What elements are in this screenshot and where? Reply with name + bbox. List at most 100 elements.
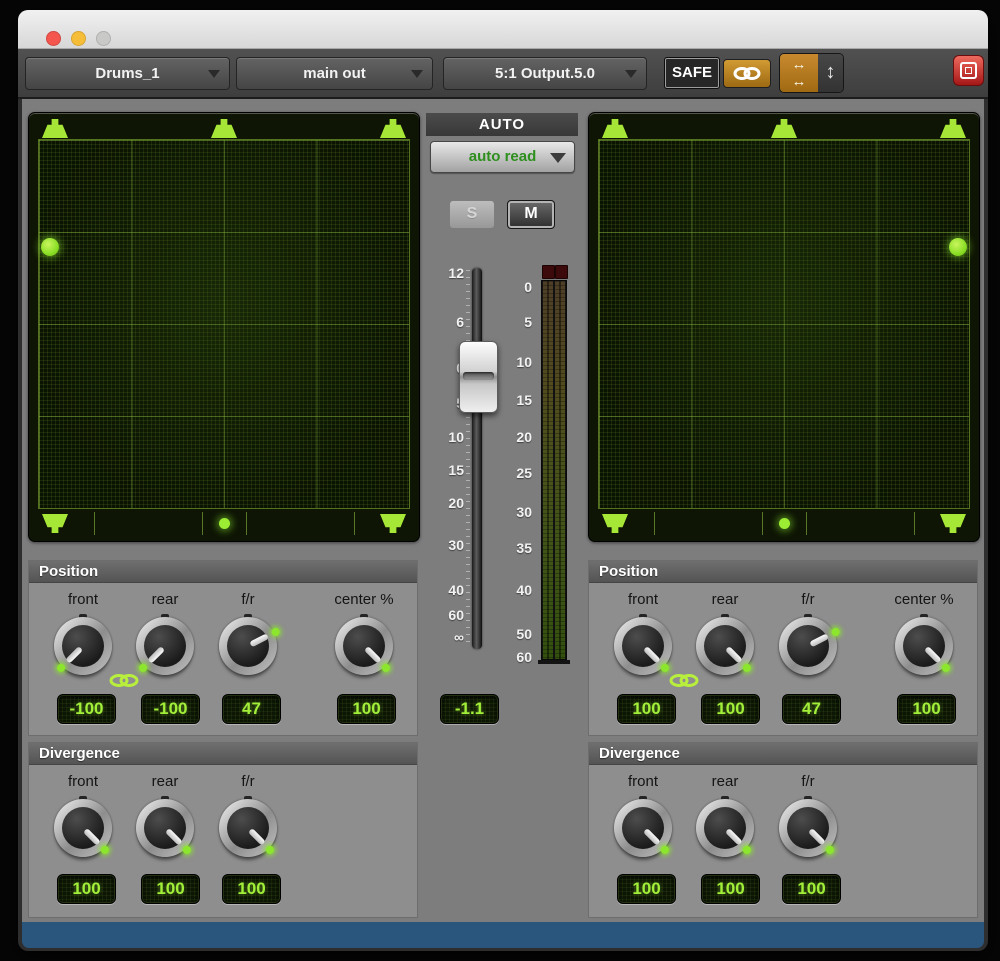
rear-divergence-display[interactable]: 100 bbox=[141, 874, 200, 904]
mute-button[interactable]: M bbox=[507, 200, 555, 229]
front-rear-value-display[interactable]: 47 bbox=[782, 694, 841, 724]
knob-led bbox=[659, 662, 670, 673]
knob-led bbox=[264, 844, 275, 855]
pan-linkage-buttons: ↔↔ ↕ bbox=[779, 53, 844, 93]
pan-grid-right[interactable] bbox=[588, 112, 980, 542]
front-divergence-display[interactable]: 100 bbox=[57, 874, 116, 904]
automation-mode-value: auto read bbox=[469, 148, 537, 165]
pan-field[interactable] bbox=[38, 139, 410, 509]
close-button[interactable] bbox=[46, 31, 61, 46]
clip-led-left[interactable] bbox=[542, 265, 555, 279]
volume-fader-cap[interactable] bbox=[459, 341, 498, 413]
rear-divergence-display[interactable]: 100 bbox=[701, 874, 760, 904]
meter-scale-label: 20 bbox=[504, 429, 532, 445]
plugin-target-button[interactable] bbox=[953, 55, 984, 86]
rear-divergence-knob[interactable] bbox=[695, 798, 755, 858]
safe-button[interactable]: SAFE bbox=[664, 57, 720, 89]
pan-puck[interactable] bbox=[41, 238, 59, 256]
center-percent-knob[interactable] bbox=[334, 616, 394, 676]
output-selector-dropdown[interactable]: main out bbox=[236, 57, 433, 90]
fader-scale-label: 60 bbox=[432, 607, 464, 623]
fader-scale-label: 6 bbox=[432, 314, 464, 330]
rear-speakers-row bbox=[38, 509, 410, 538]
clip-led-right[interactable] bbox=[555, 265, 568, 279]
front-rear-position-knob[interactable] bbox=[218, 616, 278, 676]
rear-value-display[interactable]: 100 bbox=[701, 694, 760, 724]
panel-header: Divergence bbox=[29, 743, 417, 765]
front-rear-divergence-knob[interactable] bbox=[778, 798, 838, 858]
rear-divergence-knob[interactable] bbox=[135, 798, 195, 858]
center-percent-knob[interactable] bbox=[894, 616, 954, 676]
speaker-icon-center bbox=[211, 119, 237, 138]
front-rear-inverse-button[interactable]: ↕ bbox=[818, 54, 843, 92]
rear-position-knob[interactable] bbox=[695, 616, 755, 676]
meter-scale-label: 15 bbox=[504, 392, 532, 408]
front-rear-link-icon[interactable] bbox=[668, 673, 700, 688]
meter-base bbox=[538, 660, 570, 664]
center-percent-value-display[interactable]: 100 bbox=[897, 694, 956, 724]
knob-led bbox=[181, 844, 192, 855]
automation-mode-dropdown[interactable]: auto read bbox=[430, 141, 575, 173]
output-selector-value: main out bbox=[303, 65, 366, 82]
front-value-display[interactable]: 100 bbox=[617, 694, 676, 724]
auto-section-header: AUTO bbox=[426, 113, 578, 136]
front-rear-divergence-display[interactable]: 100 bbox=[782, 874, 841, 904]
front-divergence-knob[interactable] bbox=[613, 798, 673, 858]
knob-led bbox=[270, 627, 281, 638]
front-rear-divergence-display[interactable]: 100 bbox=[222, 874, 281, 904]
fader-scale-label: 10 bbox=[432, 429, 464, 445]
vertical-arrow-icon: ↕ bbox=[826, 61, 836, 83]
fader-tick-ruler bbox=[466, 270, 470, 647]
fader-scale-label: ∞ bbox=[432, 629, 464, 645]
speaker-icon-rear-left bbox=[42, 514, 68, 533]
panel-header: Position bbox=[29, 561, 417, 583]
fader-scale-label: 30 bbox=[432, 537, 464, 553]
front-speakers-row bbox=[38, 116, 410, 139]
track-selector-dropdown[interactable]: Drums_1 bbox=[25, 57, 230, 90]
fader-scale-label: 20 bbox=[432, 495, 464, 511]
speaker-icon-center bbox=[771, 119, 797, 138]
knob-led bbox=[659, 844, 670, 855]
front-speakers-row bbox=[598, 116, 970, 139]
divergence-panel-left: Divergence front rear f/r 100 100 100 bbox=[28, 742, 418, 918]
pan-grid-left[interactable] bbox=[28, 112, 420, 542]
knob-led bbox=[830, 627, 841, 638]
link-button[interactable] bbox=[723, 59, 771, 88]
front-position-knob[interactable] bbox=[613, 616, 673, 676]
speaker-icon-rear-right bbox=[380, 514, 406, 533]
rear-position-knob[interactable] bbox=[135, 616, 195, 676]
meter-scale-label: 10 bbox=[504, 354, 532, 370]
front-rear-divergence-knob[interactable] bbox=[218, 798, 278, 858]
front-divergence-display[interactable]: 100 bbox=[617, 874, 676, 904]
knob-led bbox=[741, 844, 752, 855]
front-rear-position-knob[interactable] bbox=[778, 616, 838, 676]
speaker-icon-rear-left bbox=[602, 514, 628, 533]
volume-readout[interactable]: -1.1 bbox=[440, 694, 499, 724]
front-rear-value-display[interactable]: 47 bbox=[222, 694, 281, 724]
zoom-button bbox=[96, 31, 111, 46]
speaker-icon-rear-right bbox=[940, 514, 966, 533]
meter-scale-label: 35 bbox=[504, 540, 532, 556]
center-indicator-dot bbox=[219, 518, 230, 529]
front-divergence-knob[interactable] bbox=[53, 798, 113, 858]
front-rear-link-button[interactable]: ↔↔ bbox=[780, 54, 818, 92]
pan-puck[interactable] bbox=[949, 238, 967, 256]
solo-button[interactable]: S bbox=[449, 200, 495, 229]
rear-value-display[interactable]: -100 bbox=[141, 694, 200, 724]
chevron-down-icon bbox=[550, 153, 566, 163]
speaker-icon-front-right bbox=[380, 119, 406, 138]
meter-bar-left bbox=[543, 281, 553, 659]
output-meter bbox=[541, 280, 567, 660]
path-selector-dropdown[interactable]: 5:1 Output.5.0 bbox=[443, 57, 647, 90]
front-value-display[interactable]: -100 bbox=[57, 694, 116, 724]
center-percent-value-display[interactable]: 100 bbox=[337, 694, 396, 724]
pan-field[interactable] bbox=[598, 139, 970, 509]
minimize-button[interactable] bbox=[71, 31, 86, 46]
meter-scale-label: 30 bbox=[504, 504, 532, 520]
meter-scale-label: 50 bbox=[504, 626, 532, 642]
front-position-knob[interactable] bbox=[53, 616, 113, 676]
knob-led bbox=[940, 662, 951, 673]
front-rear-link-icon[interactable] bbox=[108, 673, 140, 688]
volume-fader-track[interactable] bbox=[472, 268, 482, 649]
knob-led bbox=[99, 844, 110, 855]
